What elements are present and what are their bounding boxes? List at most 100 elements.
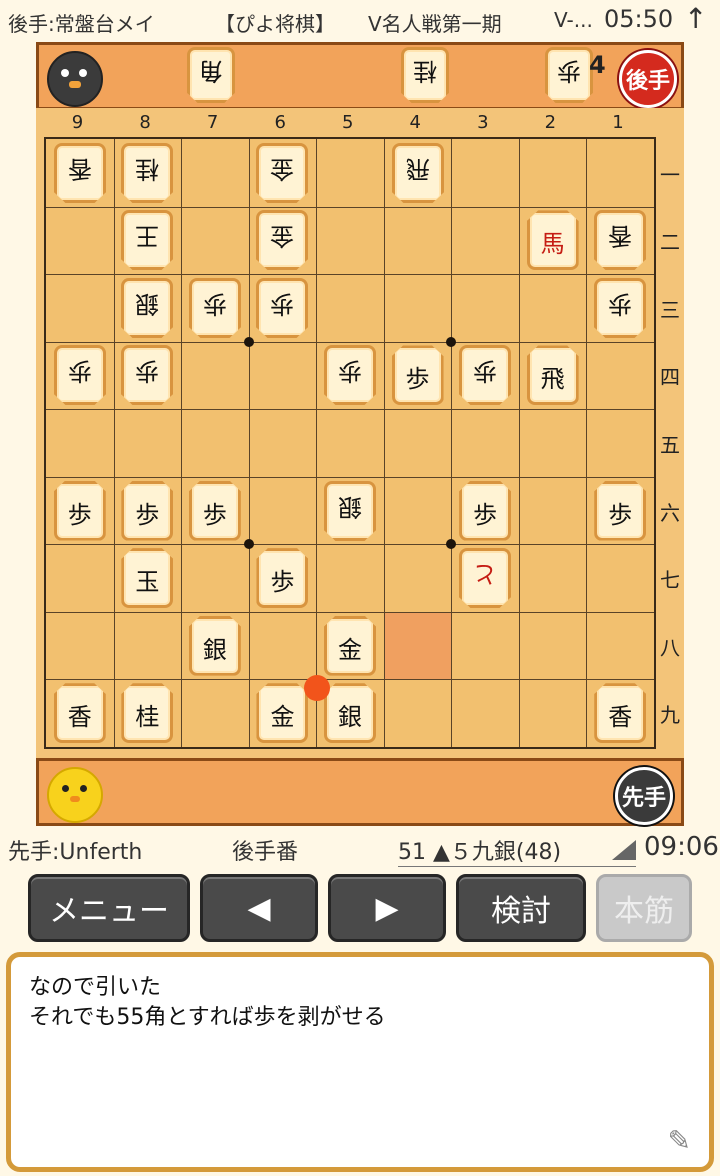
prev-icon: ◀ — [247, 890, 271, 926]
piece-label: 飛 — [405, 154, 430, 183]
rank-label: 三 — [660, 297, 680, 322]
piece-sente[interactable]: 飛 — [526, 345, 579, 406]
piece-label: 歩 — [270, 289, 295, 318]
piece-label: 角 — [199, 57, 223, 85]
file-labels: 9 8 7 6 5 4 3 2 1 — [44, 112, 656, 136]
hand-piece-gote[interactable]: 桂 — [401, 47, 449, 103]
piece-sente[interactable]: 桂 — [121, 683, 174, 744]
piece-gote[interactable]: 歩 — [594, 278, 646, 338]
piece-sente[interactable]: 香 — [594, 683, 647, 744]
piece-label: 玉 — [135, 568, 160, 597]
status-bar: 先手:Unferth 後手番 51 ▲５九銀(48) 09:06 — [0, 830, 720, 867]
piece-gote[interactable]: 歩 — [189, 278, 241, 338]
piece-sente[interactable]: 歩 — [459, 480, 512, 541]
grid-line — [383, 139, 385, 747]
piece-gote[interactable]: 金 — [256, 143, 308, 203]
file-label: 3 — [477, 112, 489, 133]
clock: 05:50 — [604, 5, 674, 33]
piece-sente[interactable]: 玉 — [121, 548, 174, 609]
piece-gote[interactable]: 歩 — [54, 345, 106, 405]
grid-line — [46, 476, 654, 478]
piece-sente[interactable]: 歩 — [391, 345, 444, 406]
piece-gote[interactable]: 飛 — [392, 143, 444, 203]
file-label: 2 — [544, 112, 557, 133]
piece-label: 歩 — [557, 57, 581, 85]
piece-label: 歩 — [473, 357, 498, 386]
piece-gote[interactable]: 金 — [256, 210, 308, 270]
file-label: 5 — [342, 112, 354, 133]
piece-label: 香 — [67, 703, 92, 732]
grid-line — [46, 206, 654, 208]
piece-sente[interactable]: 歩 — [53, 480, 106, 541]
piece-gote[interactable]: 歩 — [459, 345, 511, 405]
star-point — [243, 539, 254, 550]
piece-sente[interactable]: 歩 — [121, 480, 174, 541]
rank-label: 五 — [660, 433, 680, 457]
gote-hand-area: 角 桂 歩 4 後手 — [36, 42, 684, 110]
piece-label: 歩 — [67, 500, 92, 529]
grid-line — [46, 679, 654, 681]
piece-sente[interactable]: 馬 — [526, 210, 579, 271]
analyze-button[interactable]: 検討 — [456, 874, 586, 942]
grid-line — [451, 139, 453, 747]
piece-sente[interactable]: 金 — [256, 683, 309, 744]
piece-label: 王 — [135, 222, 160, 251]
menu-button[interactable]: メニュー — [28, 874, 190, 942]
dropdown-corner-icon[interactable] — [612, 840, 636, 860]
piece-label: 銀 — [135, 289, 160, 318]
piece-label: 桂 — [413, 57, 437, 85]
rank-label: 六 — [660, 500, 680, 525]
piece-label: 金 — [270, 222, 295, 251]
piece-gote[interactable]: 銀 — [121, 278, 173, 338]
piece-gote[interactable]: 歩 — [324, 345, 376, 405]
shogi-board[interactable]: 香桂金飛王金馬香銀歩歩歩歩歩歩歩歩飛歩歩歩銀歩歩玉歩と銀金香桂金銀香 — [44, 137, 656, 749]
piece-label: 歩 — [270, 568, 295, 597]
rank-label: 八 — [660, 635, 680, 660]
piece-gote[interactable]: 香 — [54, 143, 106, 203]
up-arrow-icon[interactable]: ↑ — [684, 2, 707, 35]
event-subtitle: V-... — [554, 8, 593, 32]
next-button[interactable]: ▶ — [328, 874, 446, 942]
piece-gote[interactable]: 香 — [594, 210, 646, 270]
file-label: 7 — [206, 112, 219, 133]
piece-sente[interactable]: 銀 — [188, 615, 241, 676]
piece-gote[interactable]: 歩 — [121, 345, 173, 405]
hand-piece-gote[interactable]: 歩 — [545, 47, 593, 103]
piece-label: 歩 — [608, 289, 633, 318]
analyze-label: 検討 — [491, 894, 551, 929]
hand-piece-gote[interactable]: 角 — [187, 47, 235, 103]
rank-label: 四 — [660, 365, 680, 390]
piece-label: 金 — [270, 154, 295, 183]
star-point — [243, 336, 254, 347]
comment-box[interactable]: なので引いた それでも55角とすれば歩を剥がせる ✎ — [6, 952, 714, 1172]
piece-gote[interactable]: 桂 — [121, 143, 173, 203]
piece-sente[interactable]: 香 — [53, 683, 106, 744]
piece-sente[interactable]: 金 — [324, 615, 376, 676]
piece-sente[interactable]: 銀 — [324, 683, 376, 744]
move-readout[interactable]: 51 ▲５九銀(48) — [398, 834, 636, 867]
piece-label: 歩 — [608, 500, 633, 529]
piece-label: 歩 — [338, 357, 362, 386]
grid-line — [181, 139, 183, 747]
piece-label: 歩 — [473, 500, 498, 529]
grid-line — [46, 611, 654, 613]
piece-label: 銀 — [202, 635, 227, 664]
piece-sente[interactable]: 歩 — [188, 480, 241, 541]
piece-sente[interactable]: 歩 — [256, 548, 309, 609]
piece-gote[interactable]: 歩 — [256, 278, 308, 338]
grid-line — [586, 139, 588, 747]
piece-gote[interactable]: 王 — [121, 210, 173, 270]
grid-line — [316, 139, 318, 747]
sente-badge-label: 先手 — [621, 786, 666, 811]
grid-line — [46, 274, 654, 276]
piece-sente[interactable]: 歩 — [594, 480, 647, 541]
next-icon: ▶ — [375, 890, 399, 926]
mainline-button[interactable]: 本筋 — [596, 874, 692, 942]
star-point — [446, 336, 457, 347]
piece-label: 香 — [67, 154, 92, 183]
pencil-icon[interactable]: ✎ — [668, 1124, 691, 1157]
prev-button[interactable]: ◀ — [200, 874, 318, 942]
piece-gote[interactable]: 銀 — [324, 481, 376, 541]
piece-gote[interactable]: と — [459, 548, 511, 608]
last-move-highlight — [383, 611, 452, 680]
